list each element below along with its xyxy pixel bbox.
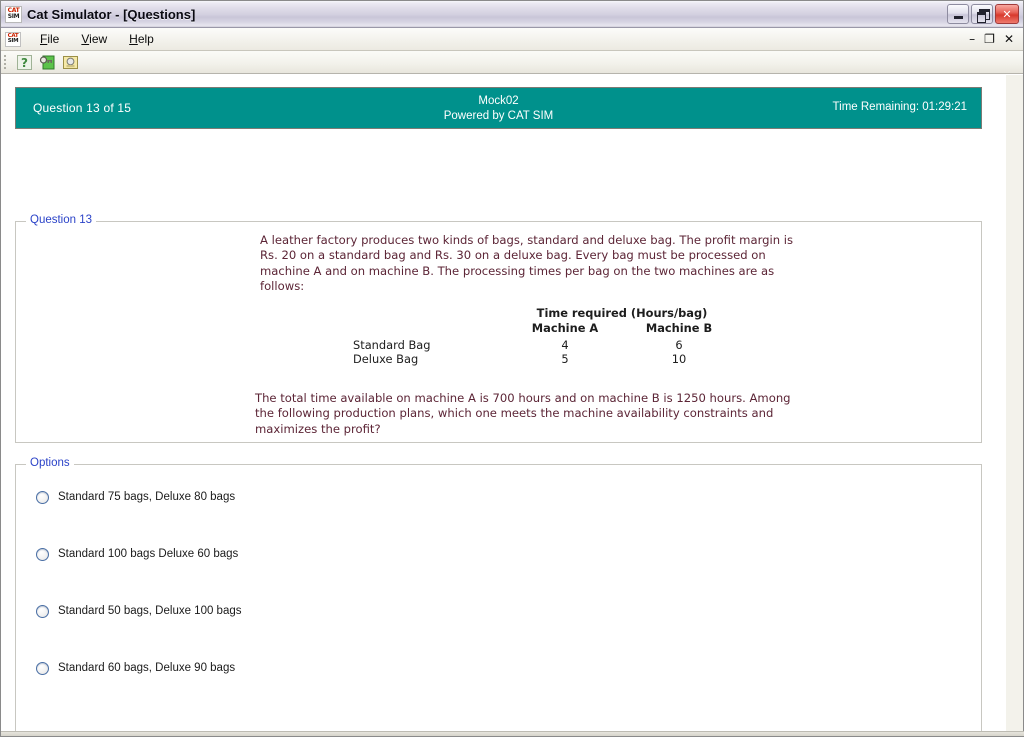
help-question-icon: ? bbox=[16, 54, 32, 70]
mdi-minimize-button[interactable]: – bbox=[969, 33, 975, 45]
machine-times-table: Time required (Hours/bag) Machine A Mach… bbox=[353, 306, 736, 367]
restore-button[interactable] bbox=[971, 4, 993, 24]
table-header-row: Machine A Machine B bbox=[353, 321, 736, 338]
toolbar-key-button[interactable] bbox=[37, 52, 57, 72]
radio-option-3[interactable] bbox=[36, 604, 49, 618]
exam-page: Question 13 of 15 Mock02 Powered by CAT … bbox=[1, 75, 1007, 736]
table-title-row: Time required (Hours/bag) bbox=[353, 306, 736, 322]
option-label-4: Standard 60 bags, Deluxe 90 bags bbox=[58, 662, 236, 674]
radio-option-4[interactable] bbox=[36, 661, 49, 675]
toolbar: ? bbox=[1, 51, 1023, 74]
mdi-child-icon[interactable]: CAT SIM bbox=[5, 31, 21, 47]
table-title: Time required (Hours/bag) bbox=[536, 305, 708, 320]
menu-file-rest: ile bbox=[47, 32, 60, 46]
menu-view[interactable]: View bbox=[70, 29, 118, 49]
row-deluxe-machine-a: 5 bbox=[561, 352, 569, 367]
app-icon[interactable]: CAT SIM bbox=[5, 5, 22, 23]
menu-view-rest: iew bbox=[89, 32, 108, 46]
window-title: Cat Simulator - [Questions] bbox=[27, 6, 196, 22]
restore-icon bbox=[976, 9, 990, 23]
close-button[interactable]: ✕ bbox=[995, 4, 1019, 24]
mdi-icon-line2: SIM bbox=[7, 38, 19, 44]
option-row-2[interactable]: Standard 100 bags Deluxe 60 bags bbox=[36, 546, 971, 562]
table-header-machine-a: Machine A bbox=[531, 321, 599, 336]
close-icon: ✕ bbox=[1002, 7, 1012, 21]
mdi-close-button[interactable]: ✕ bbox=[1004, 33, 1014, 45]
toolbar-help-button[interactable]: ? bbox=[14, 52, 34, 72]
mdi-window-controls: – ❐ ✕ bbox=[969, 33, 1023, 45]
menu-help-rest: elp bbox=[137, 32, 154, 46]
options-list: Standard 75 bags, Deluxe 80 bags Standar… bbox=[36, 489, 971, 717]
svg-text:?: ? bbox=[21, 56, 28, 70]
table-header-blank bbox=[353, 321, 508, 338]
question-groupbox-legend: Question 13 bbox=[26, 214, 97, 226]
app-icon-line2: SIM bbox=[7, 13, 20, 20]
minimize-icon bbox=[953, 15, 963, 19]
radio-option-1[interactable] bbox=[36, 490, 49, 504]
row-standard-machine-a: 4 bbox=[561, 337, 569, 352]
question-content: A leather factory produces two kinds of … bbox=[255, 233, 805, 437]
table-header-machine-b: Machine B bbox=[645, 321, 713, 336]
option-row-1[interactable]: Standard 75 bags, Deluxe 80 bags bbox=[36, 489, 971, 505]
menu-file[interactable]: File bbox=[29, 29, 70, 49]
minimize-button[interactable] bbox=[947, 4, 969, 24]
menu-help[interactable]: Help bbox=[118, 29, 165, 49]
row-deluxe-machine-b: 10 bbox=[671, 352, 687, 367]
question-paragraph-2: The total time available on machine A is… bbox=[255, 391, 791, 436]
client-right-gutter bbox=[1006, 75, 1023, 736]
key-icon bbox=[39, 55, 54, 69]
mdi-restore-button[interactable]: ❐ bbox=[984, 33, 995, 45]
option-row-3[interactable]: Standard 50 bags, Deluxe 100 bags bbox=[36, 603, 971, 619]
option-label-1: Standard 75 bags, Deluxe 80 bags bbox=[58, 491, 236, 503]
row-label-deluxe: Deluxe Bag bbox=[353, 352, 419, 367]
table-row: Deluxe Bag 5 10 bbox=[353, 352, 736, 367]
title-bar: CAT SIM Cat Simulator - [Questions] ✕ bbox=[1, 1, 1023, 28]
toolbar-grip[interactable] bbox=[4, 55, 8, 70]
table-row: Standard Bag 4 6 bbox=[353, 338, 736, 353]
options-groupbox: Options Standard 75 bags, Deluxe 80 bags… bbox=[15, 457, 982, 736]
question-paragraph-1: A leather factory produces two kinds of … bbox=[260, 233, 794, 294]
status-strip bbox=[1, 731, 1024, 736]
options-groupbox-legend: Options bbox=[26, 457, 74, 469]
mail-icon bbox=[62, 55, 78, 69]
row-label-standard: Standard Bag bbox=[353, 337, 431, 352]
question-groupbox: Question 13 A leather factory produces t… bbox=[15, 214, 982, 443]
option-label-2: Standard 100 bags Deluxe 60 bags bbox=[58, 548, 239, 560]
radio-option-2[interactable] bbox=[36, 547, 49, 561]
application-window: CAT SIM Cat Simulator - [Questions] ✕ CA… bbox=[0, 0, 1024, 737]
menu-bar: CAT SIM File View Help – ❐ ✕ bbox=[1, 28, 1023, 51]
exam-header-bar: Question 13 of 15 Mock02 Powered by CAT … bbox=[15, 87, 982, 129]
exam-client-area: Question 13 of 15 Mock02 Powered by CAT … bbox=[1, 74, 1023, 736]
time-remaining: Time Remaining: 01:29:21 bbox=[832, 101, 967, 113]
option-label-3: Standard 50 bags, Deluxe 100 bags bbox=[58, 605, 242, 617]
toolbar-mail-button[interactable] bbox=[60, 52, 80, 72]
window-controls: ✕ bbox=[947, 4, 1021, 24]
option-row-4[interactable]: Standard 60 bags, Deluxe 90 bags bbox=[36, 660, 971, 676]
question-data-table: Time required (Hours/bag) Machine A Mach… bbox=[353, 306, 805, 367]
table-title-spacer bbox=[353, 306, 508, 322]
row-standard-machine-b: 6 bbox=[675, 337, 683, 352]
